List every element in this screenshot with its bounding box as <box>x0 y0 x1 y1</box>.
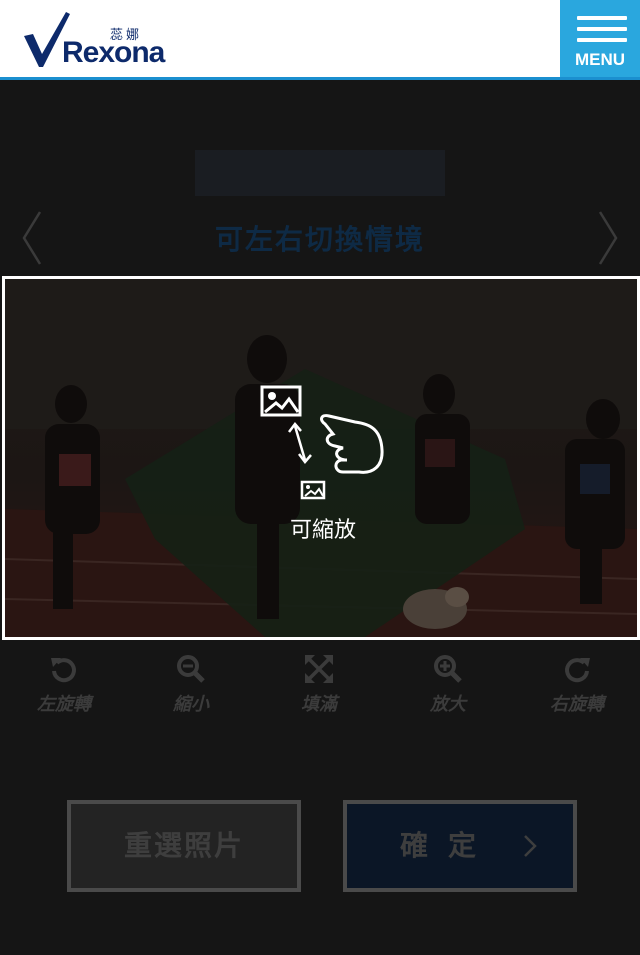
next-scene-arrow-icon[interactable] <box>592 208 622 268</box>
zoom-out-icon <box>177 655 205 683</box>
confirm-label: 確定 <box>399 829 496 862</box>
rotate-left-button[interactable]: 左旋轉 <box>19 650 109 720</box>
faint-placeholder-box <box>195 150 445 196</box>
reselect-photo-button[interactable]: 重選照片 <box>67 800 301 892</box>
scene-switch-title: 可左右切換情境 <box>214 223 425 256</box>
fill-button[interactable]: 填滿 <box>274 650 364 720</box>
menu-button[interactable]: MENU <box>560 0 640 80</box>
zoom-out-button[interactable]: 縮小 <box>146 650 236 720</box>
photo-toolbar: 左旋轉 縮小 填滿 放大 右旋轉 <box>0 650 640 720</box>
rotate-right-label: 右旋轉 <box>550 694 604 715</box>
pinch-zoom-hand-icon <box>288 414 384 500</box>
confirm-button[interactable]: 確定 <box>343 800 577 892</box>
hamburger-icon-bar <box>577 38 627 42</box>
hamburger-icon <box>577 16 627 20</box>
rotate-left-icon <box>51 658 76 683</box>
expand-arrows-icon <box>305 655 333 683</box>
menu-label: MENU <box>574 50 626 69</box>
reselect-photo-label: 重選照片 <box>123 829 244 862</box>
logo-brand-name: Rexona <box>62 36 165 69</box>
rotate-left-label: 左旋轉 <box>37 694 91 715</box>
zoom-out-label: 縮小 <box>173 694 209 715</box>
rotate-right-button[interactable]: 右旋轉 <box>532 650 622 720</box>
rotate-right-icon <box>565 658 590 683</box>
fill-label: 填滿 <box>301 694 337 715</box>
photo-crop-area[interactable]: 可縮放 <box>2 276 640 640</box>
zoom-in-button[interactable]: 放大 <box>403 650 493 720</box>
chevron-right-icon <box>524 835 537 857</box>
zoom-in-icon <box>434 655 462 683</box>
rexona-logo[interactable]: 蕊娜 Rexona <box>24 10 184 70</box>
site-header: 蕊娜 Rexona MENU <box>0 0 640 80</box>
zoom-in-label: 放大 <box>430 694 466 715</box>
hamburger-icon-bar <box>577 27 627 31</box>
zoom-hint-text: 可縮放 <box>289 518 356 543</box>
